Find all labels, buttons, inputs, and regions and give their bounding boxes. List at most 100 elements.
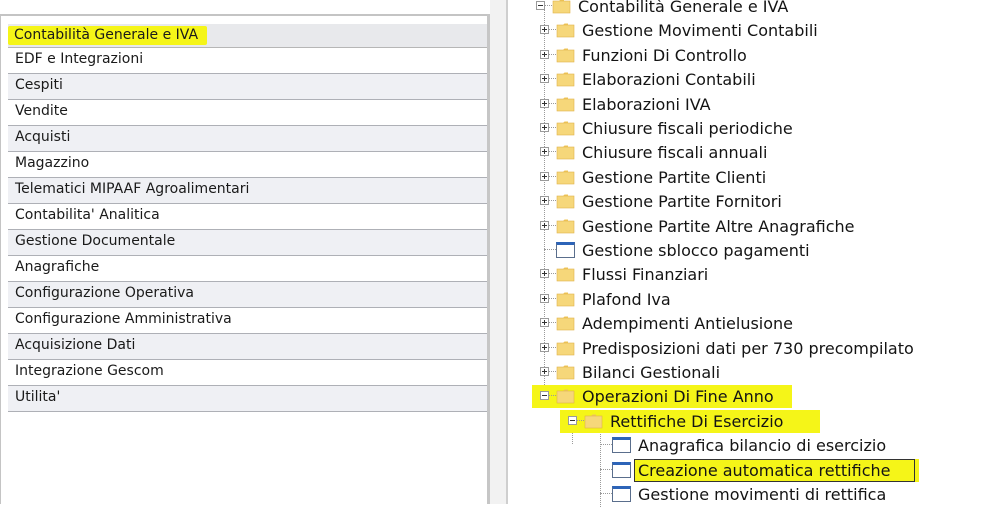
tree-expand-plus-icon[interactable] bbox=[540, 269, 549, 279]
module-item[interactable]: Contabilita' Analitica bbox=[8, 204, 487, 230]
tree-item-node[interactable]: Anagrafica bilancio di esercizio bbox=[508, 434, 992, 458]
tree-folder-node[interactable]: Adempimenti Antielusione bbox=[508, 312, 992, 336]
tree-expand-plus-icon[interactable] bbox=[540, 196, 549, 206]
tree-expand-plus-icon[interactable] bbox=[540, 342, 549, 352]
module-item-label: Utilita' bbox=[15, 389, 61, 405]
module-item-label: Configurazione Operativa bbox=[15, 285, 194, 301]
module-item[interactable]: Configurazione Amministrativa bbox=[8, 308, 487, 334]
folder-icon bbox=[556, 144, 575, 160]
module-item[interactable]: Magazzino bbox=[8, 152, 487, 178]
module-item[interactable]: Acquisizione Dati bbox=[8, 334, 487, 360]
module-item-label: Acquisizione Dati bbox=[15, 337, 136, 353]
module-item[interactable]: Anagrafiche bbox=[8, 256, 487, 282]
tree-expand-plus-icon[interactable] bbox=[540, 171, 549, 181]
module-panel: Contabilità Generale e IVA EDF e Integraz… bbox=[0, 0, 490, 504]
tree-folder-node[interactable]: Contabilità Generale e IVA bbox=[508, 0, 992, 19]
menu-tree: Contabilità Generale e IVA Gestione Movim… bbox=[508, 0, 992, 507]
tree-node-label: Adempimenti Antielusione bbox=[582, 314, 794, 334]
module-item-label: Acquisti bbox=[15, 129, 71, 145]
tree-folder-node[interactable]: Gestione Partite Fornitori bbox=[508, 190, 992, 214]
module-item-label: Telematici MIPAAF Agroalimentari bbox=[15, 181, 250, 197]
tree-expand-plus-icon[interactable] bbox=[540, 318, 549, 328]
tree-folder-node[interactable]: Operazioni Di Fine Anno bbox=[508, 385, 992, 409]
tree-node-label: Bilanci Gestionali bbox=[582, 363, 721, 382]
tree-collapse-minus-icon[interactable] bbox=[536, 1, 545, 10]
tree-folder-node[interactable]: Flussi Finanziari bbox=[508, 263, 992, 287]
module-panel-border-top bbox=[0, 14, 490, 16]
tree-node-label: Operazioni Di Fine Anno bbox=[582, 387, 774, 407]
module-item-label: EDF e Integrazioni bbox=[15, 51, 144, 67]
tree-node-label: Chiusure fiscali periodiche bbox=[582, 119, 793, 138]
tree-node-label: Gestione Partite Fornitori bbox=[582, 192, 782, 212]
module-item[interactable]: Acquisti bbox=[8, 126, 487, 152]
tree-folder-node[interactable]: Chiusure fiscali annuali bbox=[508, 141, 992, 165]
module-item[interactable]: Vendite bbox=[8, 100, 487, 126]
folder-icon bbox=[556, 291, 575, 307]
tree-folder-node[interactable]: Elaborazioni IVA bbox=[508, 93, 992, 117]
tree-node-label: Gestione movimenti di rettifica bbox=[638, 485, 887, 504]
tree-expand-plus-icon[interactable] bbox=[540, 74, 549, 84]
tree-item-node[interactable]: Creazione automatica rettifiche bbox=[508, 458, 992, 483]
module-item[interactable]: Integrazione Gescom bbox=[8, 360, 487, 386]
folder-icon bbox=[556, 388, 575, 404]
tree-expand-plus-icon[interactable] bbox=[540, 123, 549, 132]
module-item[interactable]: Utilita' bbox=[8, 386, 487, 412]
module-item-label: Vendite bbox=[15, 103, 68, 119]
module-item[interactable]: EDF e Integrazioni bbox=[8, 48, 487, 74]
folder-icon bbox=[556, 340, 575, 356]
tree-node-label: Rettifiche Di Esercizio bbox=[610, 411, 784, 431]
tree-connector bbox=[600, 444, 612, 446]
tree-folder-node[interactable]: Elaborazioni Contabili bbox=[508, 68, 992, 92]
folder-icon bbox=[556, 71, 575, 87]
tree-folder-node[interactable]: Funzioni Di Controllo bbox=[508, 44, 992, 68]
tree-collapse-minus-icon[interactable] bbox=[540, 391, 549, 401]
tree-folder-node[interactable]: Chiusure fiscali periodiche bbox=[508, 117, 992, 141]
folder-icon bbox=[556, 266, 575, 282]
module-item[interactable]: Cespiti bbox=[8, 74, 487, 100]
module-item-label: Magazzino bbox=[15, 155, 90, 171]
folder-icon bbox=[556, 218, 575, 234]
module-item[interactable]: Contabilità Generale e IVA bbox=[8, 24, 487, 48]
tree-node-label: Predisposizioni dati per 730 precompilat… bbox=[582, 338, 914, 358]
module-item-label: Configurazione Amministrativa bbox=[15, 311, 232, 327]
folder-icon bbox=[556, 96, 575, 112]
folder-icon bbox=[556, 315, 575, 331]
tree-expand-plus-icon[interactable] bbox=[540, 367, 549, 376]
tree-folder-node[interactable]: Rettifiche Di Esercizio bbox=[508, 409, 992, 434]
tree-collapse-minus-icon[interactable] bbox=[568, 415, 577, 425]
document-icon bbox=[556, 242, 575, 258]
tree-expand-plus-icon[interactable] bbox=[540, 49, 549, 59]
tree-folder-node[interactable]: Plafond Iva bbox=[508, 288, 992, 312]
panel-splitter[interactable] bbox=[490, 0, 506, 504]
tree-item-node[interactable]: Gestione movimenti di rettifica bbox=[508, 483, 992, 507]
tree-expand-plus-icon[interactable] bbox=[540, 147, 549, 157]
folder-icon bbox=[556, 364, 575, 380]
tree-node-label: Gestione Partite Clienti bbox=[582, 167, 767, 187]
module-item[interactable]: Gestione Documentale bbox=[8, 230, 487, 256]
tree-folder-node[interactable]: Bilanci Gestionali bbox=[508, 361, 992, 385]
module-item[interactable]: Telematici MIPAAF Agroalimentari bbox=[8, 178, 487, 204]
module-item[interactable]: Configurazione Operativa bbox=[8, 282, 487, 308]
tree-node-label: Funzioni Di Controllo bbox=[582, 45, 747, 65]
tree-folder-node[interactable]: Gestione Partite Altre Anagrafiche bbox=[508, 215, 992, 239]
tree-node-label: Chiusure fiscali annuali bbox=[582, 143, 768, 163]
module-item-label: Contabilita' Analitica bbox=[15, 207, 160, 223]
tree-folder-node[interactable]: Gestione Partite Clienti bbox=[508, 166, 992, 190]
tree-node-label: Plafond Iva bbox=[582, 289, 671, 309]
tree-folder-node[interactable]: Gestione Movimenti Contabili bbox=[508, 19, 992, 43]
tree-connector bbox=[600, 493, 612, 494]
folder-icon bbox=[556, 193, 575, 209]
tree-connector bbox=[600, 468, 612, 470]
tree-expand-plus-icon[interactable] bbox=[540, 293, 549, 303]
folder-icon bbox=[556, 22, 575, 38]
module-panel-border-left bbox=[0, 14, 1, 504]
tree-folder-node[interactable]: Predisposizioni dati per 730 precompilat… bbox=[508, 337, 992, 361]
module-list: Contabilità Generale e IVA EDF e Integraz… bbox=[8, 24, 487, 412]
module-item-label: Anagrafiche bbox=[15, 259, 100, 275]
tree-expand-plus-icon[interactable] bbox=[540, 220, 549, 230]
folder-icon bbox=[584, 413, 603, 429]
tree-item-node[interactable]: Gestione sblocco pagamenti bbox=[508, 239, 992, 263]
tree-connector bbox=[544, 249, 556, 250]
tree-expand-plus-icon[interactable] bbox=[540, 98, 549, 108]
tree-expand-plus-icon[interactable] bbox=[540, 25, 549, 35]
